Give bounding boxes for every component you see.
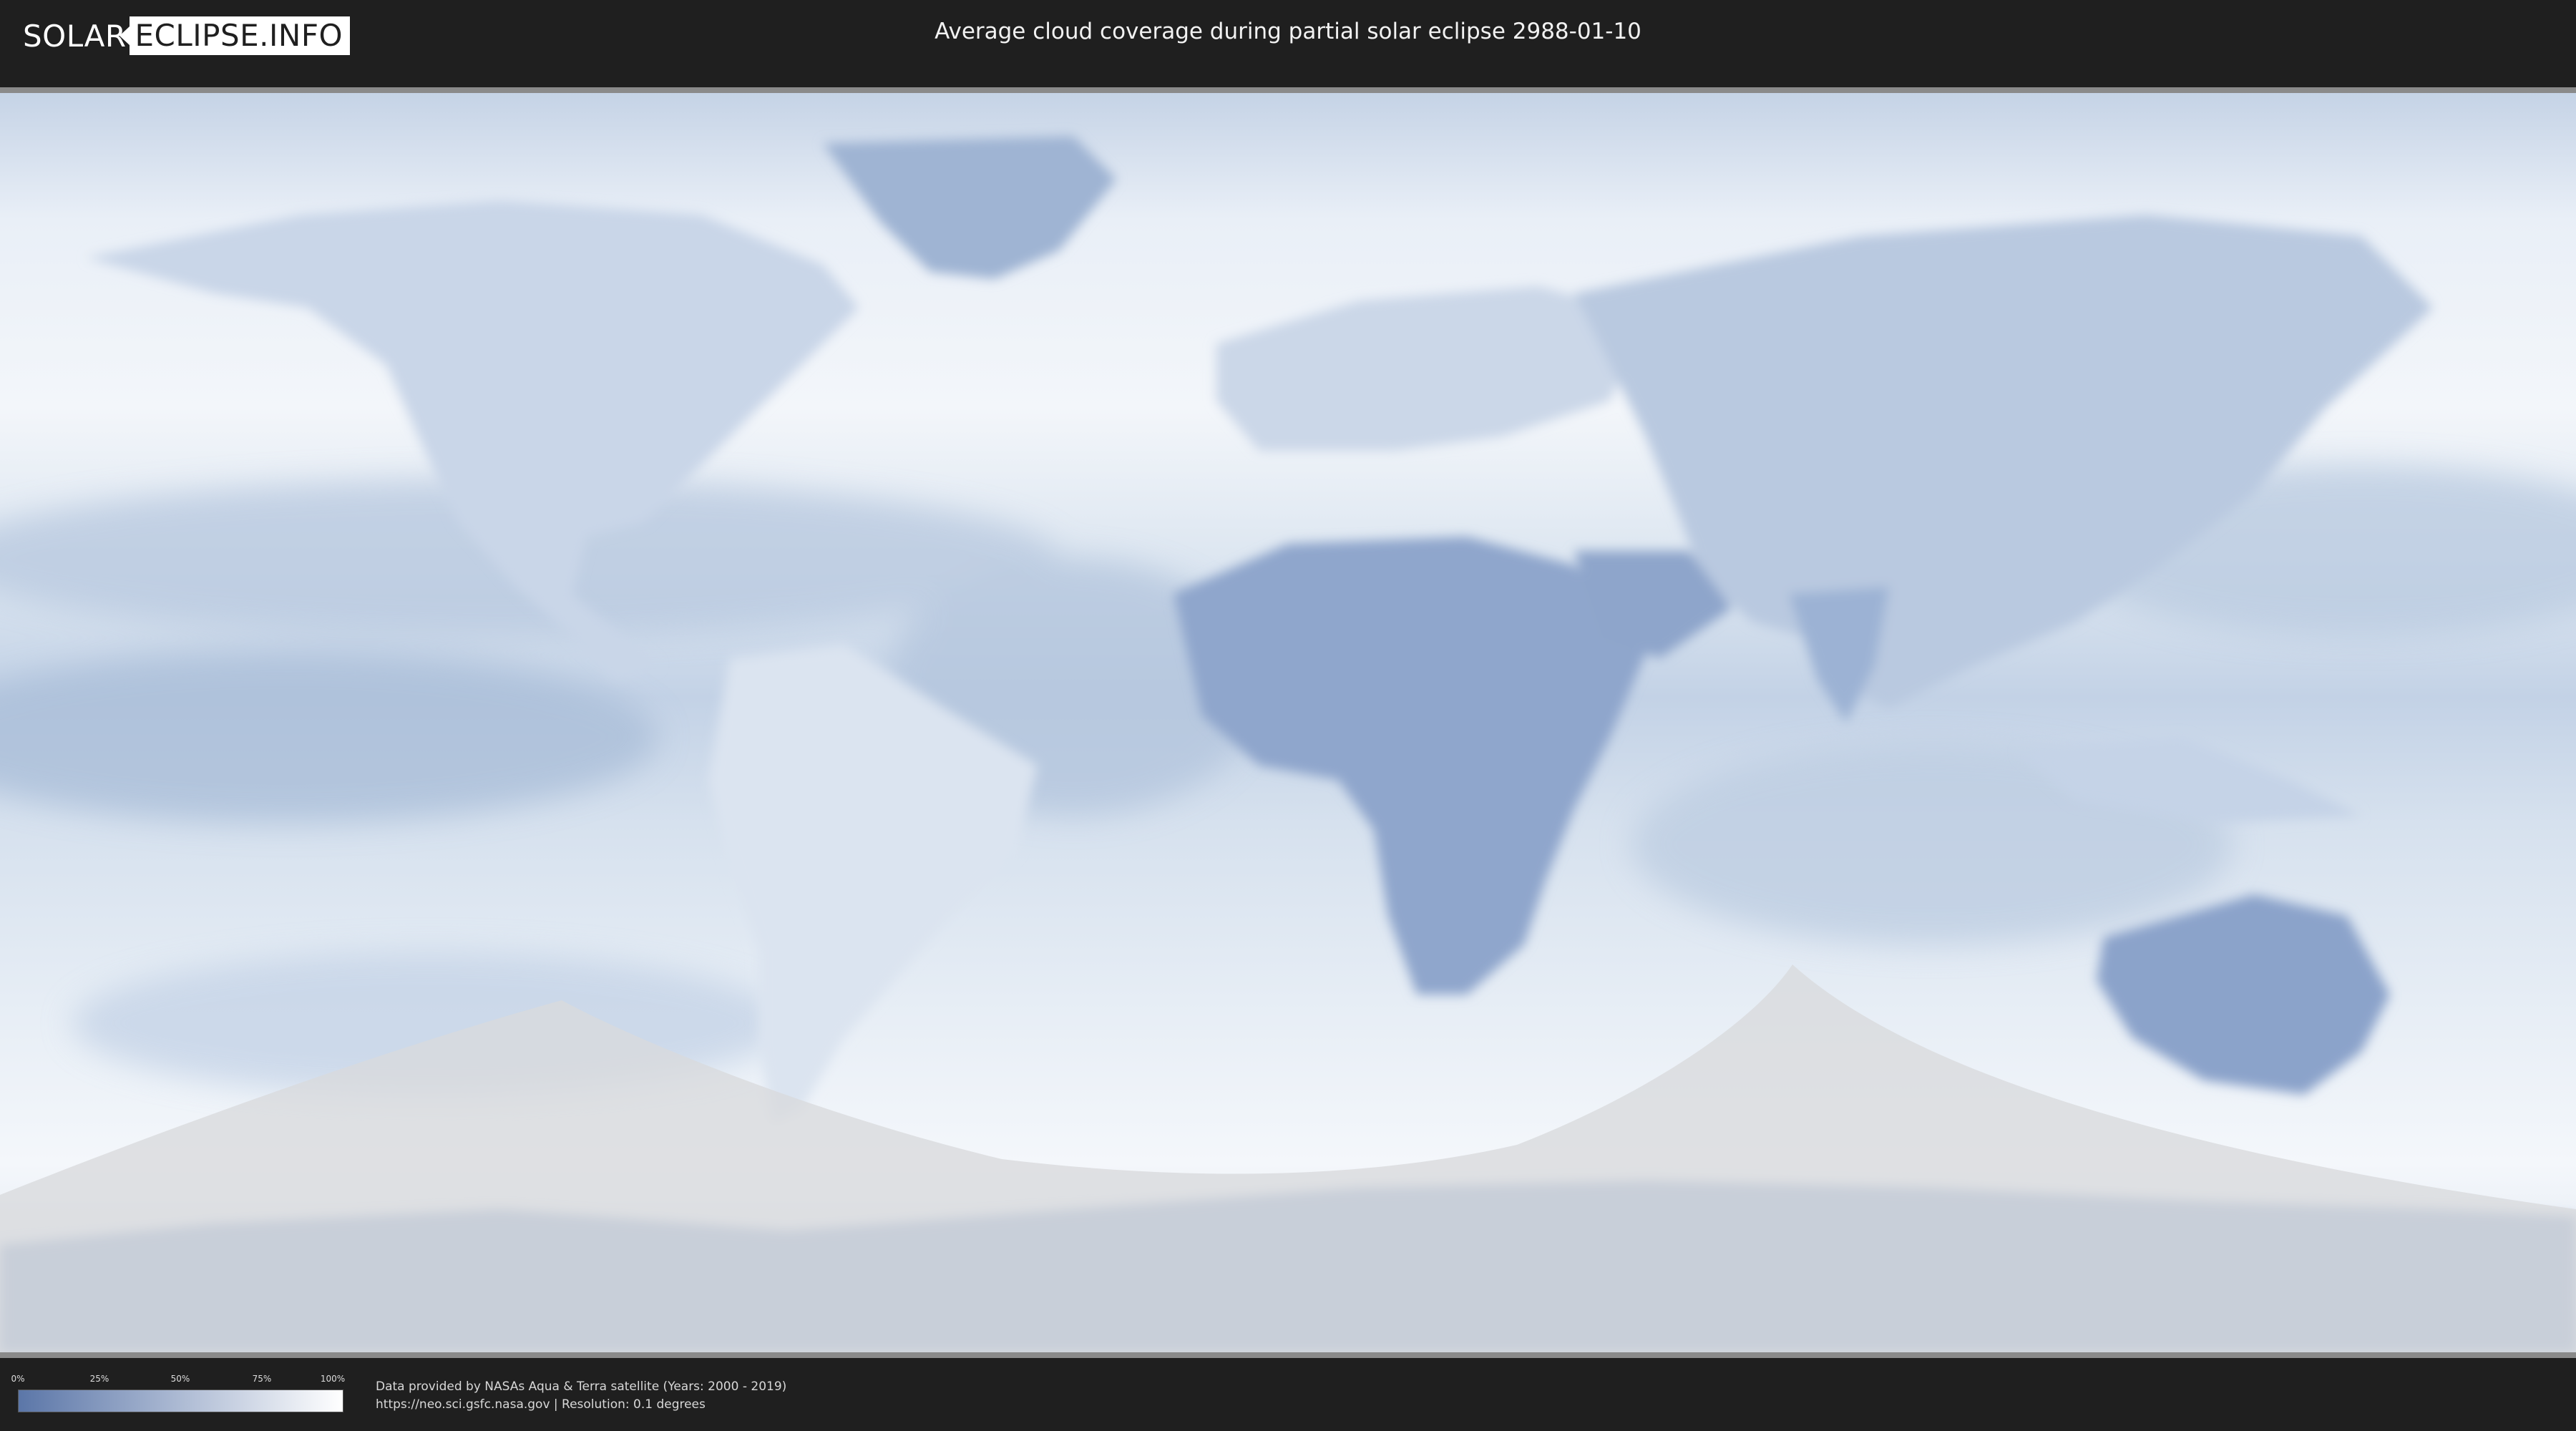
data-credits: Data provided by NASAs Aqua & Terra sate… [376,1378,786,1414]
legend-tick-50: 50% [170,1374,190,1384]
credits-line-1: Data provided by NASAs Aqua & Terra sate… [376,1379,787,1394]
page-title: Average cloud coverage during partial so… [935,19,1641,44]
legend-tick-25: 25% [89,1374,109,1384]
legend-tick-75: 75% [252,1374,272,1384]
cloud-coverage-map [0,93,2576,1352]
cloud-coverage-legend: 0% 25% 50% 75% 100% [11,1374,346,1414]
legend-color-bar [18,1390,343,1412]
credits-line-2: https://neo.sci.gsfc.nasa.gov | Resoluti… [376,1397,706,1412]
legend-tick-0: 0% [11,1374,25,1384]
legend-tick-100: 100% [320,1374,346,1384]
header-bar: SOLAR ECLIPSE.INFO Average cloud coverag… [0,0,2576,72]
